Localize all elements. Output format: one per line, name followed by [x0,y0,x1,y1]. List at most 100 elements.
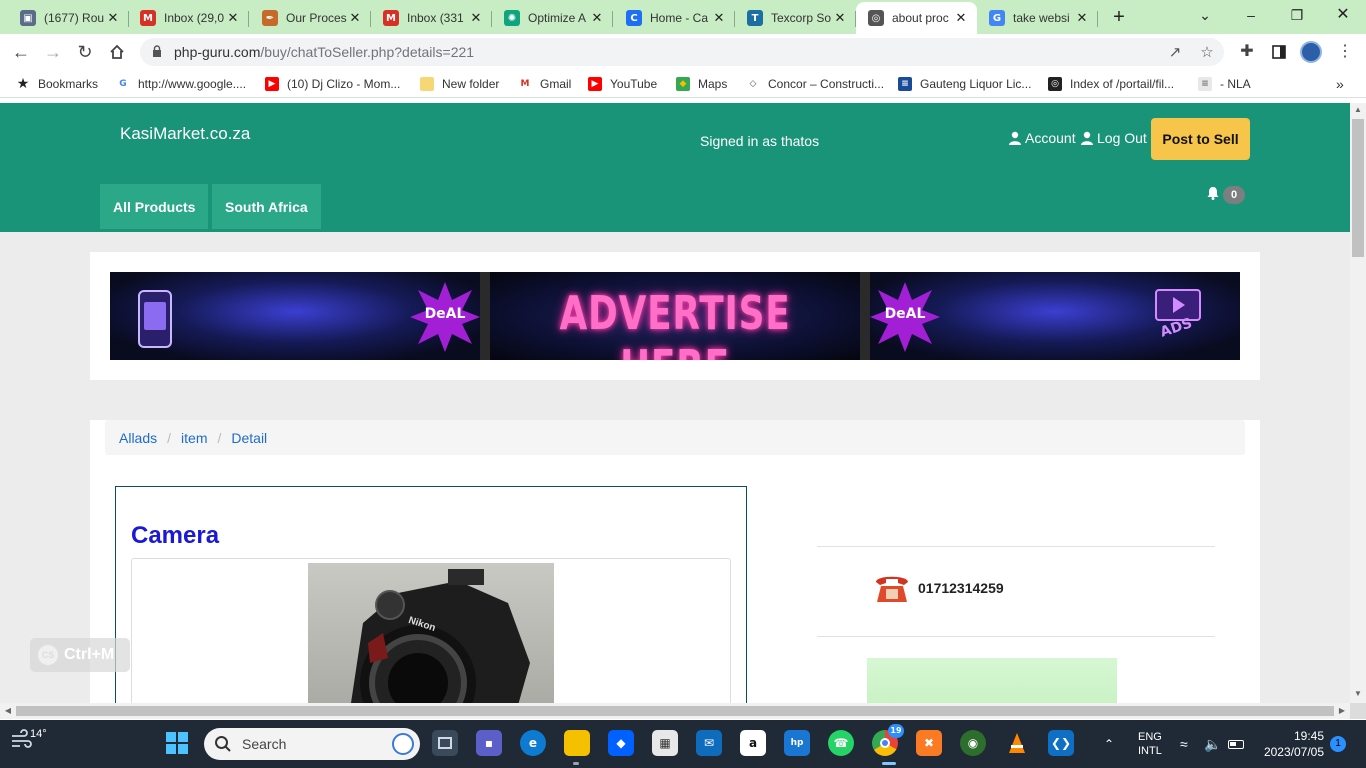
bookmark-item[interactable]: New folder [420,75,499,93]
close-tab-icon[interactable]: ✕ [711,10,727,26]
taskbar-search[interactable]: Search [204,728,420,760]
browser-tab[interactable]: C Home - Ca ✕ [614,4,735,32]
show-hidden-icons[interactable]: ⌃ [1104,720,1114,768]
vertical-scrollbar[interactable]: ▲ ▼ [1350,103,1366,703]
dropbox-icon[interactable]: ◆ [608,730,634,756]
windows-start-icon[interactable] [164,730,190,756]
bookmarks-menu[interactable]: ★ Bookmarks [16,75,98,93]
close-tab-icon[interactable]: ✕ [225,10,241,26]
whatsapp-icon[interactable]: ☎ [828,730,854,756]
scroll-thumb[interactable] [1352,119,1364,257]
teams-chat-icon[interactable]: ▪ [476,730,502,756]
banner-divider [860,272,870,360]
bookmark-item[interactable]: ◆ Maps [676,75,727,93]
banner-panel-middle: ADVERTISE HERE [490,272,860,360]
scroll-right-arrow[interactable]: ▶ [1334,703,1350,719]
bookmark-star-icon[interactable]: ☆ [1198,44,1216,62]
close-tab-icon[interactable]: ✕ [347,10,363,26]
extensions-icon[interactable]: ✚ [1234,39,1260,65]
browser-tab[interactable]: ✒ Our Proces ✕ [250,4,371,32]
profile-avatar[interactable] [1298,39,1324,65]
account-link[interactable]: Account [1008,130,1076,146]
notification-badge[interactable]: 0 [1223,186,1245,204]
language-indicator[interactable]: ENG INTL [1138,720,1162,768]
scroll-down-arrow[interactable]: ▼ [1350,687,1366,701]
weather-widget[interactable]: 14° [10,728,47,750]
close-tab-icon[interactable]: ✕ [105,10,121,26]
vlc-icon[interactable] [1004,730,1030,756]
myhp-icon[interactable]: hp [784,730,810,756]
tab-search-icon[interactable]: ⌄ [1182,0,1228,30]
phone-number[interactable]: 01712314259 [918,580,1004,596]
close-tab-icon[interactable]: ✕ [953,10,969,26]
advertise-banner[interactable]: DeAL ADVERTISE HERE DeAL ADS [110,272,1240,360]
close-tab-icon[interactable]: ✕ [1074,10,1090,26]
microsoft-store-icon[interactable]: ▦ [652,730,678,756]
network-globe-icon[interactable]: ◉ [960,730,986,756]
forward-icon[interactable]: → [40,39,66,65]
address-bar[interactable]: php-guru.com/buy/chatToSeller.php?detail… [140,38,1224,66]
bookmark-item[interactable]: ≡ Gauteng Liquor Lic... [898,75,1031,93]
url-text[interactable]: php-guru.com/buy/chatToSeller.php?detail… [174,44,474,60]
breadcrumb-detail[interactable]: Detail [231,430,267,446]
share-icon[interactable]: ↗ [1166,44,1184,62]
restore-button[interactable]: ❐ [1274,0,1320,30]
browser-tab[interactable]: ◎ about proc ✕ [856,2,977,34]
browser-tab[interactable]: ▣ (1677) Rou ✕ [8,4,129,32]
wifi-icon[interactable]: ≈ [1180,720,1188,768]
sa-gov-icon: ≡ [898,77,912,91]
chrome-icon[interactable]: 19 [872,724,904,756]
scroll-up-arrow[interactable]: ▲ [1350,103,1366,117]
volume-icon[interactable]: 🔈 [1204,720,1221,768]
lock-icon[interactable] [152,45,162,57]
close-tab-icon[interactable]: ✕ [589,10,605,26]
site-brand[interactable]: KasiMarket.co.za [120,124,250,144]
edge-icon[interactable]: e [520,730,546,756]
nav-south-africa[interactable]: South Africa [212,184,321,229]
close-window-button[interactable]: ✕ [1320,0,1366,30]
bookmark-item[interactable]: ◎ Index of /portail/fil... [1048,75,1174,93]
bing-icon[interactable] [392,733,414,755]
menu-icon[interactable]: ⋮ [1332,39,1358,65]
browser-tab[interactable]: Gtake websi ✕ [977,4,1098,32]
back-icon[interactable]: ← [8,39,34,65]
ctrl-m-overlay[interactable]: CS Ctrl+M [30,638,130,672]
horizontal-scrollbar[interactable]: ◀ ▶ [0,703,1350,719]
bookmark-item[interactable]: ≡ - NLA [1198,75,1251,93]
mail-icon[interactable]: ✉ [696,730,722,756]
browser-tab[interactable]: M Inbox (29,0 ✕ [128,4,249,32]
bookmark-item[interactable]: ▶ YouTube [588,75,657,93]
nav-all-products[interactable]: All Products [100,184,209,229]
camera-image[interactable]: Nikon [308,563,554,703]
clock[interactable]: 19:45 2023/07/05 [1258,728,1324,760]
side-panel-icon[interactable] [1266,39,1292,65]
bookmark-item[interactable]: Ghttp://www.google.... [116,75,246,93]
close-tab-icon[interactable]: ✕ [832,10,848,26]
browser-tab[interactable]: T Texcorp So ✕ [735,4,856,32]
breadcrumb-item[interactable]: item [181,430,207,446]
home-icon[interactable] [104,39,130,65]
new-tab-button[interactable]: + [1108,6,1130,28]
scroll-left-arrow[interactable]: ◀ [0,703,16,719]
xampp-icon[interactable]: ✖ [916,730,942,756]
minimize-button[interactable]: – [1228,0,1274,30]
file-explorer-icon[interactable] [564,730,590,756]
bookmark-item[interactable]: ▶ (10) Dj Clizo - Mom... [265,75,400,93]
browser-tab[interactable]: M Inbox (331 ✕ [371,4,492,32]
browser-tab[interactable]: ✺ Optimize A ✕ [492,4,613,32]
bookmark-item[interactable]: ◇ Concor – Constructi... [746,75,884,93]
reload-icon[interactable]: ↻ [72,39,98,65]
vscode-icon[interactable]: ❮❯ [1048,730,1074,756]
battery-icon[interactable] [1228,720,1244,768]
more-bookmarks-icon[interactable]: » [1336,75,1344,93]
task-view-icon[interactable] [432,730,458,756]
post-to-sell-button[interactable]: Post to Sell [1151,118,1250,160]
hscroll-thumb[interactable] [16,706,1334,716]
breadcrumb-allads[interactable]: Allads [119,430,157,446]
bell-icon[interactable] [1206,186,1220,200]
amazon-icon[interactable]: a [740,730,766,756]
notification-count-badge[interactable]: 1 [1330,736,1346,752]
logout-link[interactable]: Log Out [1080,130,1147,146]
close-tab-icon[interactable]: ✕ [468,10,484,26]
bookmark-item[interactable]: M Gmail [518,75,571,93]
